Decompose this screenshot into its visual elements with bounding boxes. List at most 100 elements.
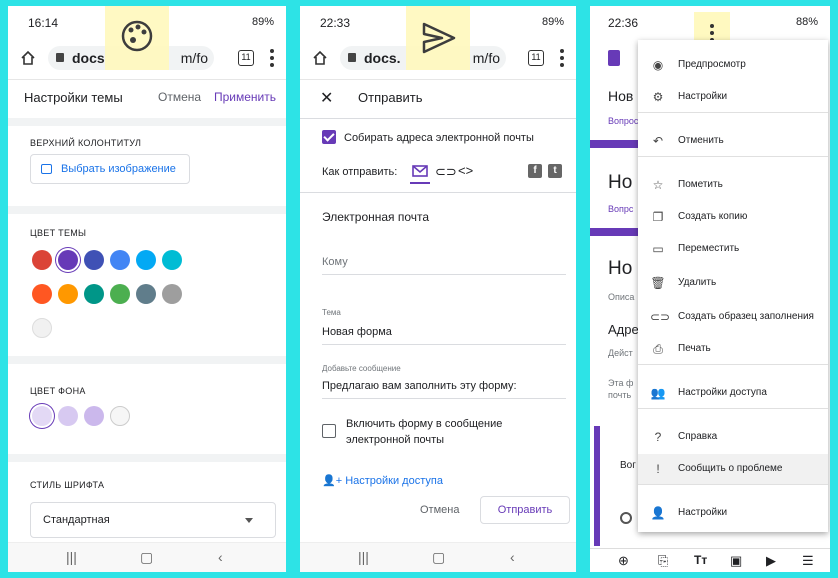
theme-color-swatch[interactable] — [32, 284, 52, 304]
star-icon: ☆ — [652, 178, 664, 192]
menu-separator — [638, 364, 828, 365]
bg-color-swatch[interactable] — [58, 406, 78, 426]
questions-tab-fragment: Вопрс — [608, 204, 634, 214]
more-vert-icon[interactable] — [270, 49, 274, 67]
form-title-fragment: Нов — [608, 88, 634, 104]
add-people-icon: 👥 — [650, 386, 666, 400]
tabs-count-icon[interactable]: 11 — [238, 50, 254, 66]
theme-color-swatch[interactable] — [110, 284, 130, 304]
menu-separator — [638, 484, 828, 485]
embed-code-icon[interactable]: <> — [458, 163, 473, 178]
menu-item[interactable]: ◉ Предпросмотр — [638, 50, 828, 80]
menu-item[interactable]: 🗑 Удалить — [638, 268, 828, 298]
title-text-icon[interactable]: Tт — [694, 553, 707, 567]
font-style-select[interactable]: Стандартная — [30, 502, 276, 538]
note-fragment: почть — [608, 390, 632, 400]
twitter-icon[interactable]: t — [548, 164, 562, 178]
page-title: Отправить — [358, 90, 423, 105]
menu-item[interactable]: 👤 Настройки — [638, 498, 828, 528]
access-settings-label: Настройки доступа — [345, 475, 443, 487]
access-settings-link[interactable]: 👤+ Настройки доступа — [322, 474, 443, 487]
menu-item[interactable]: ⎙ Печать — [638, 334, 828, 364]
theme-color-swatch[interactable] — [32, 250, 52, 270]
to-field[interactable]: Кому — [322, 256, 348, 268]
header-section-label: ВЕРХНИЙ КОЛОНТИТУЛ — [30, 138, 142, 148]
email-tab-icon[interactable] — [412, 164, 428, 178]
theme-color-swatch[interactable] — [58, 284, 78, 304]
close-icon[interactable]: ✕ — [320, 88, 333, 108]
bg-color-swatch[interactable] — [84, 406, 104, 426]
home-button-icon[interactable]: ▢ — [432, 549, 445, 566]
menu-item[interactable]: ! Сообщить о проблеме — [638, 454, 828, 484]
menu-item-label: Справка — [678, 431, 718, 442]
theme-color-swatch[interactable] — [162, 284, 182, 304]
video-icon[interactable]: ▶ — [766, 553, 776, 569]
apply-button[interactable]: Применить — [214, 90, 276, 104]
eye-icon: ◉ — [652, 58, 664, 72]
link-icon[interactable]: ⊂⊃ — [435, 164, 457, 180]
menu-item-label: Удалить — [678, 277, 717, 288]
menu-item[interactable]: ↶ Отменить — [638, 126, 828, 156]
collect-emails-checkbox[interactable] — [322, 130, 336, 144]
section-icon[interactable]: ☰ — [802, 553, 814, 569]
menu-item[interactable]: 👥 Настройки доступа — [638, 378, 828, 408]
add-question-icon[interactable]: ⊕ — [618, 553, 629, 569]
menu-item[interactable]: ❐ Создать копию — [638, 202, 828, 232]
question-accent-bar — [594, 426, 600, 546]
message-field[interactable]: Предлагаю вам заполнить эту форму: — [322, 380, 517, 392]
battery-level: 89% — [251, 16, 274, 28]
cancel-button[interactable]: Отмена — [158, 90, 201, 104]
action-fragment: Дейст — [608, 348, 633, 358]
message-field-underline — [322, 398, 566, 399]
person-settings-icon: 👤 — [650, 506, 666, 520]
custom-color-button[interactable] — [32, 318, 52, 338]
more-vert-icon[interactable] — [560, 49, 564, 67]
menu-item[interactable]: ▭ Переместить — [638, 234, 828, 264]
theme-color-swatch[interactable] — [110, 250, 130, 270]
facebook-icon[interactable]: f — [528, 164, 542, 178]
radio-option[interactable] — [620, 512, 632, 524]
form-title-fragment: Но — [608, 258, 633, 279]
android-nav-bar: ||| ▢ ‹ — [300, 542, 576, 572]
theme-color-swatch[interactable] — [136, 250, 156, 270]
subject-label: Тема — [322, 308, 341, 317]
import-icon[interactable]: ⎘ — [658, 553, 668, 569]
menu-item[interactable]: ☆ Пометить — [638, 170, 828, 200]
theme-color-swatch[interactable] — [84, 250, 104, 270]
send-icon — [406, 6, 470, 70]
divider — [8, 206, 286, 214]
theme-color-swatch[interactable] — [136, 284, 156, 304]
menu-item[interactable]: ? Справка — [638, 422, 828, 452]
choose-image-button[interactable]: Выбрать изображение — [30, 154, 190, 184]
home-icon[interactable] — [312, 50, 328, 66]
collect-emails-label: Собирать адреса электронной почты — [344, 132, 534, 144]
cancel-button[interactable]: Отмена — [420, 504, 459, 516]
recent-apps-icon[interactable]: ||| — [358, 549, 369, 565]
subject-field[interactable]: Новая форма — [322, 326, 392, 338]
divider — [8, 356, 286, 364]
theme-color-swatch[interactable] — [162, 250, 182, 270]
battery-level: 89% — [541, 16, 564, 28]
send-button[interactable]: Отправить — [480, 496, 570, 524]
back-icon[interactable]: ‹ — [510, 549, 515, 565]
menu-item-label: Печать — [678, 343, 711, 354]
tabs-count-icon[interactable]: 11 — [528, 50, 544, 66]
note-fragment: Эта ф — [608, 378, 634, 388]
menu-item[interactable]: ⊂⊃ Создать образец заполнения — [638, 302, 828, 332]
image-icon[interactable]: ▣ — [730, 553, 742, 569]
home-icon[interactable] — [20, 50, 36, 66]
include-form-checkbox[interactable] — [322, 424, 336, 438]
theme-color-swatch[interactable] — [58, 250, 78, 270]
theme-settings-screen: 16:14 89% docs m/fo 11 Настройки темы От… — [8, 6, 286, 572]
back-icon[interactable]: ‹ — [218, 549, 223, 565]
menu-item-label: Настройки — [678, 507, 728, 518]
lock-icon — [348, 53, 356, 62]
menu-item[interactable]: ⚙ Настройки — [638, 82, 828, 112]
recent-apps-icon[interactable]: ||| — [66, 549, 77, 565]
bg-color-swatch[interactable] — [110, 406, 130, 426]
bg-color-swatch[interactable] — [32, 406, 52, 426]
divider — [300, 192, 576, 193]
menu-separator — [638, 156, 828, 157]
home-button-icon[interactable]: ▢ — [140, 549, 153, 566]
theme-color-swatch[interactable] — [84, 284, 104, 304]
